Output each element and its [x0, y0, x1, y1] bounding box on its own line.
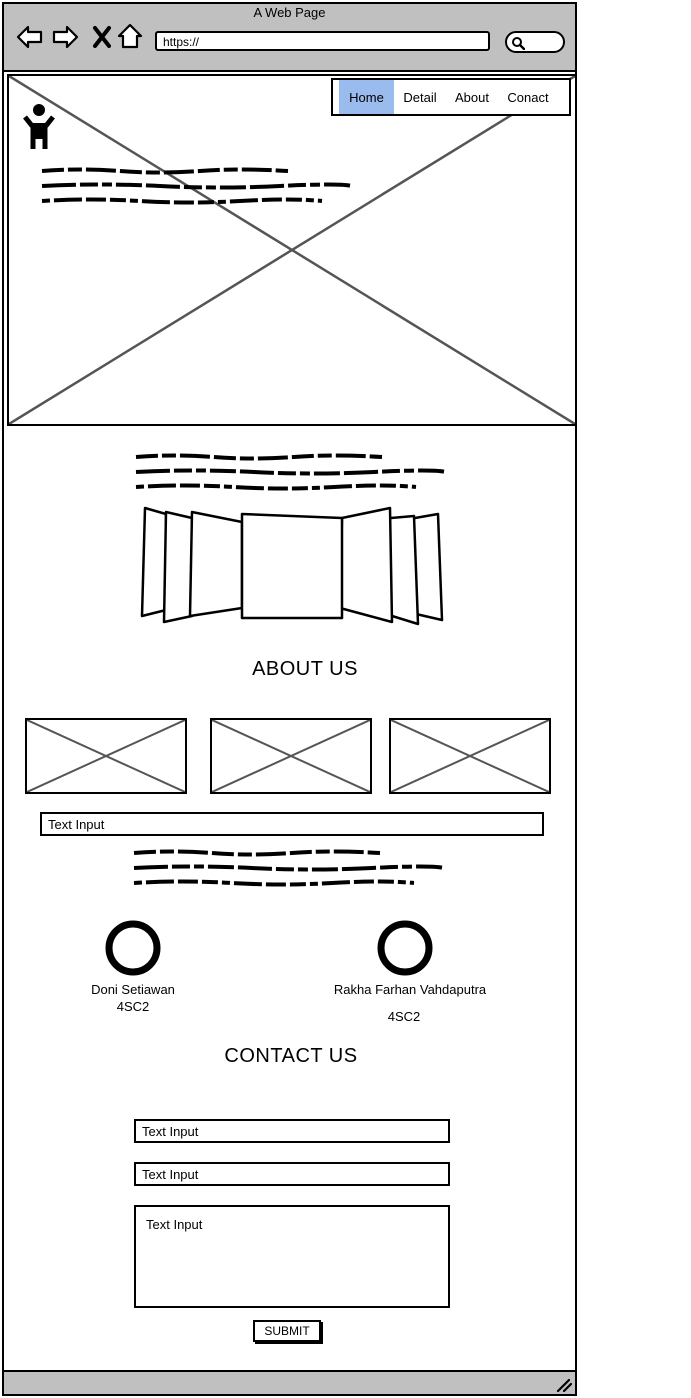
window-title: A Web Page: [253, 5, 326, 20]
profile-name-rakha: Rakha Farhan Vahdaputra: [333, 982, 487, 997]
about-heading: ABOUT US: [252, 658, 358, 680]
profile-class-rakha: 4SC2: [387, 1009, 421, 1024]
image-carousel[interactable]: [138, 504, 446, 628]
about-image-2: [210, 718, 372, 794]
about-text-input[interactable]: Text Input: [40, 812, 544, 836]
arrow-right-icon[interactable]: [52, 23, 80, 51]
hero-text-block: [41, 167, 353, 205]
placeholder-cross: [9, 76, 575, 424]
contact-message[interactable]: Text Input: [134, 1205, 450, 1308]
contact-field-1[interactable]: Text Input: [134, 1119, 450, 1143]
browser-search-box[interactable]: [505, 31, 565, 53]
profile-name-doni: Doni Setiawan: [91, 982, 175, 997]
intro-text-block: [135, 453, 447, 491]
about-text-block: [133, 849, 445, 887]
about-image-1: [25, 718, 187, 794]
hero-image-placeholder: [7, 74, 577, 426]
submit-button[interactable]: SUBMIT: [253, 1320, 321, 1342]
search-icon: [512, 37, 525, 50]
about-image-3: [389, 718, 551, 794]
url-input[interactable]: https://: [155, 31, 490, 51]
nav-item-about[interactable]: About: [446, 80, 498, 114]
arrow-left-icon[interactable]: [15, 23, 43, 51]
profile-class-doni: 4SC2: [116, 999, 150, 1014]
browser-statusbar: [2, 1370, 577, 1396]
avatar-doni: [105, 920, 161, 976]
nav-menu: Home Detail About Conact: [331, 78, 571, 116]
nav-item-home[interactable]: Home: [339, 80, 394, 114]
contact-heading: CONTACT US: [224, 1045, 358, 1067]
contact-field-2[interactable]: Text Input: [134, 1162, 450, 1186]
resize-handle-icon[interactable]: [556, 1378, 572, 1392]
home-icon[interactable]: [116, 22, 144, 50]
user-icon: [23, 104, 55, 149]
nav-item-contact[interactable]: Conact: [498, 80, 558, 114]
nav-item-detail[interactable]: Detail: [394, 80, 446, 114]
avatar-rakha: [377, 920, 433, 976]
close-icon[interactable]: [88, 23, 116, 51]
